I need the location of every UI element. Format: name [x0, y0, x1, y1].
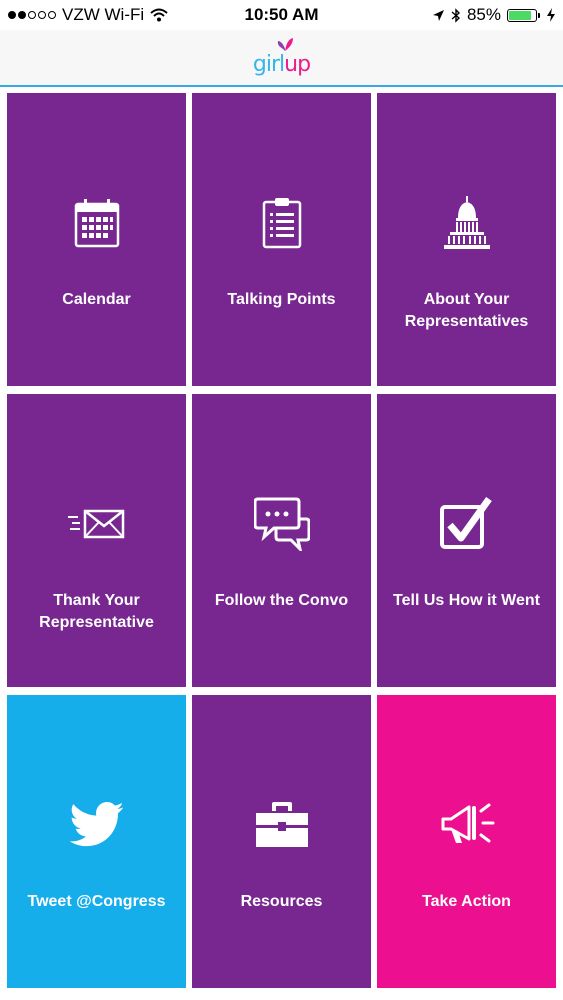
megaphone-icon — [437, 795, 497, 855]
carrier-label: VZW Wi-Fi — [62, 5, 145, 24]
tile-label: About Your Representatives — [404, 291, 529, 330]
tile-label: Calendar — [62, 291, 131, 308]
chat-bubbles-icon — [252, 494, 312, 554]
twitter-icon — [67, 795, 127, 855]
capitol-icon — [437, 193, 497, 253]
butterfly-icon — [276, 37, 294, 53]
tile-label: Tell Us How it Went — [393, 592, 540, 609]
signal-dots — [8, 11, 56, 19]
tile-label: Thank Your Representative — [39, 592, 154, 631]
tile-thank-your-representative[interactable]: Thank Your Representative — [7, 394, 186, 687]
status-left: VZW Wi-Fi — [8, 5, 168, 25]
tile-label: Follow the Convo — [214, 592, 349, 609]
tile-label: Talking Points — [227, 291, 336, 308]
tile-follow-the-convo[interactable]: Follow the Convo — [192, 394, 371, 687]
wifi-icon — [150, 8, 168, 22]
status-right: 85% — [432, 5, 555, 25]
tile-label: Resources — [240, 893, 323, 910]
tile-take-action[interactable]: Take Action — [377, 695, 556, 988]
tile-tell-us-how-it-went[interactable]: Tell Us How it Went — [377, 394, 556, 687]
tile-resources[interactable]: Resources — [192, 695, 371, 988]
tile-calendar[interactable]: Calendar — [7, 93, 186, 386]
location-arrow-icon — [432, 9, 445, 22]
tile-label: Take Action — [422, 893, 511, 910]
battery-percent: 85% — [466, 5, 501, 24]
status-bar: VZW Wi-Fi 10:50 AM 85% — [0, 0, 563, 30]
menu-grid: Calendar Talking Points About Your Repre… — [7, 93, 556, 988]
checkbox-icon — [437, 494, 497, 554]
tile-tweet-congress[interactable]: Tweet @Congress — [7, 695, 186, 988]
battery-icon — [507, 8, 540, 22]
header-bar: girlup — [0, 30, 563, 87]
bluetooth-icon — [451, 7, 461, 23]
tile-talking-points[interactable]: Talking Points — [192, 93, 371, 386]
tile-label: Tweet @Congress — [27, 893, 166, 910]
logo-text: girlup — [252, 51, 311, 77]
clipboard-icon — [252, 193, 312, 253]
toolbox-icon — [252, 795, 312, 855]
envelope-icon — [67, 494, 127, 554]
tile-about-your-representatives[interactable]: About Your Representatives — [377, 93, 556, 386]
charging-icon — [547, 8, 555, 22]
calendar-icon — [67, 193, 127, 253]
girlup-logo[interactable]: girlup — [252, 35, 312, 81]
